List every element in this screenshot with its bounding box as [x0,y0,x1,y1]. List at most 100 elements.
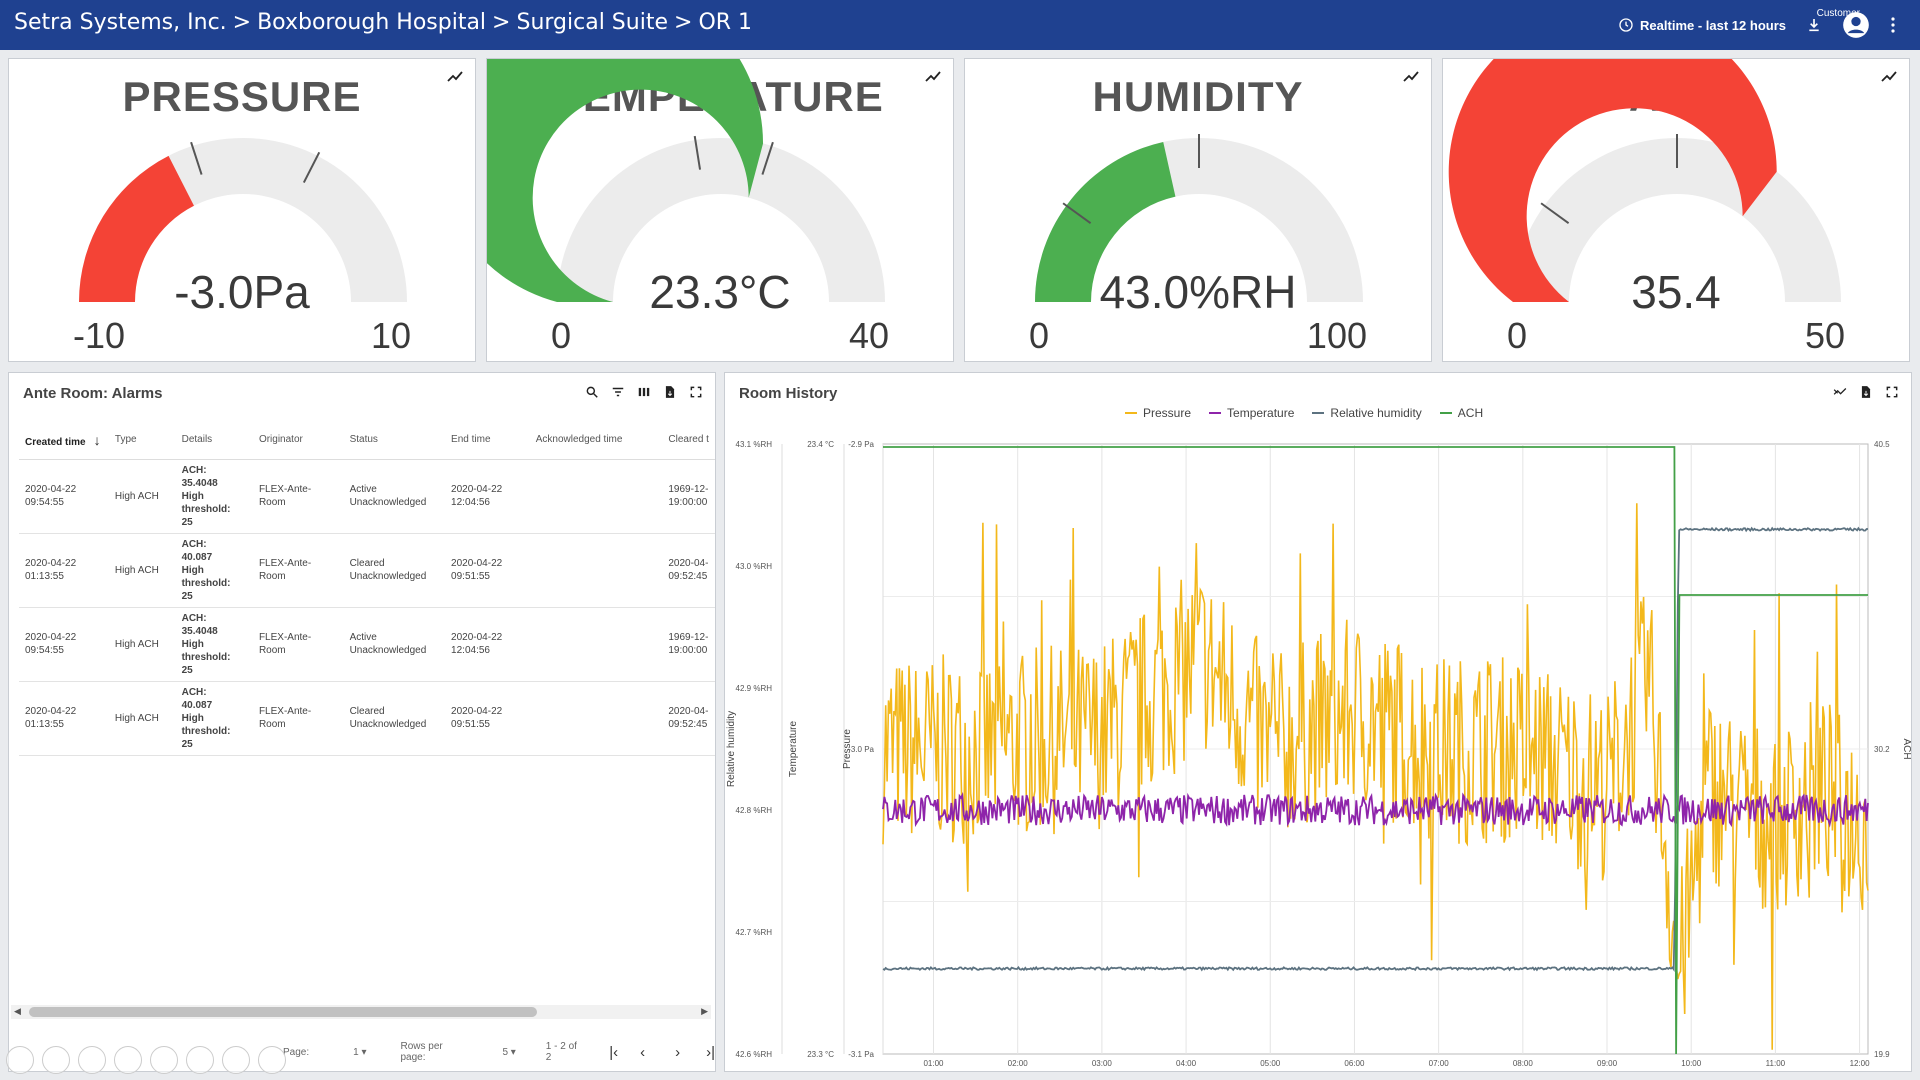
top-bar: Setra Systems, Inc. > Boxborough Hospital >… [0,0,1920,50]
x-tick-label: 07:00 [1429,1059,1450,1068]
gauge-min-label: 0 [1507,315,1528,356]
gauge-max-label: 100 [1306,315,1367,356]
y-axis-title: Temperature [788,720,799,777]
table-row[interactable]: 2020-04-22 09:54:55 High ACH ACH: 35.4048 … [19,607,715,682]
y-tick-label: 42.8 %RH [736,806,773,815]
page-range: 1 - 2 of 2 [545,1041,577,1063]
cell-cleared: 1969-12- 19:00:00 [662,607,715,682]
column-header-label: Type [114,434,137,446]
y-tick-label: -3.1 Pa [848,1050,874,1059]
cell-created: 2020-04-22 09:54:55 [19,607,109,682]
export-file-icon[interactable] [663,385,677,399]
back-icon[interactable] [6,1046,34,1074]
column-header[interactable]: Cleared t [662,421,715,460]
column-header-label: Status [349,434,378,446]
cell-ack [529,607,663,682]
column-header-label: Cleared t [668,434,709,446]
column-header[interactable]: Status [343,421,446,460]
alarms-panel: Ante Room: Alarms Created time ↓ Type Detai… [8,372,716,1072]
columns-icon[interactable] [637,385,651,399]
legend-label: Temperature [1227,406,1295,420]
gauge-max-label: 40 [848,315,889,356]
export-file-icon[interactable] [1859,385,1873,399]
image-icon[interactable] [222,1046,250,1074]
cell-status: Active Unacknowledged [343,607,446,682]
legend-swatch [1312,412,1325,414]
gauge-min-label: 0 [1029,315,1050,356]
y-tick-label: 42.6 %RH [736,1050,773,1059]
y-tick-label: -2.9 Pa [848,440,874,449]
table-row[interactable]: 2020-04-22 01:13:55 High ACH ACH: 40.087 H… [19,681,715,756]
y-axis-title: Relative humidity [726,711,737,787]
more-vert-icon[interactable] [1890,17,1896,33]
page-select[interactable]: 1 ▾ [353,1047,366,1058]
column-header[interactable]: Details [175,421,253,460]
y-tick-label: 23.3 °C [807,1050,834,1059]
x-tick-label: 09:00 [1597,1059,1618,1068]
scrollbar-thumb[interactable] [29,1007,537,1017]
legend-item[interactable]: Pressure [1125,406,1191,420]
column-header[interactable]: Acknowledged time [529,421,663,460]
cell-type: High ACH [108,607,176,682]
x-tick-label: 02:00 [1008,1059,1029,1068]
play-icon[interactable] [42,1046,70,1074]
rows-per-page-select[interactable]: 5 ▾ [502,1047,515,1058]
cell-status: Cleared Unacknowledged [343,681,446,756]
y-axis-title: Pressure [842,729,853,769]
column-header[interactable]: Type [108,421,176,460]
cell-end: 2020-04-22 09:51:55 [445,681,530,756]
breadcrumb-item-hospital[interactable]: Boxborough Hospital [257,10,486,35]
y-tick-label: 30.2 [1874,745,1890,754]
legend-item[interactable]: Temperature [1209,406,1294,420]
sort-arrow-down-icon[interactable]: ↓ [94,432,101,448]
filter-icon[interactable] [611,385,625,399]
zoom-icon[interactable] [186,1046,214,1074]
breadcrumb-item-suite[interactable]: Surgical Suite [516,10,668,35]
column-header-label: End time [451,434,491,446]
cell-details: ACH: 35.4048 High threshold: 25 [175,607,253,682]
play-icon[interactable] [78,1046,106,1074]
scroll-left-arrow-icon[interactable]: ◀ [14,1006,21,1017]
x-tick-label: 06:00 [1344,1059,1365,1068]
first-page-icon[interactable]: |‹ [609,1044,618,1061]
more-icon[interactable] [258,1046,286,1074]
column-header[interactable]: Created time ↓ [19,421,109,460]
chart-legend: Pressure Temperature Relative humidity ACH [1125,406,1483,420]
last-page-icon[interactable]: ›| [706,1044,715,1061]
legend-item[interactable]: Relative humidity [1312,406,1422,420]
chart-type-icon[interactable] [1833,385,1847,399]
copy-icon[interactable] [150,1046,178,1074]
previous-page-icon[interactable]: ‹ [640,1044,645,1061]
breadcrumb-item-company[interactable]: Setra Systems, Inc. [14,10,227,35]
fullscreen-icon[interactable] [1885,385,1899,399]
column-header-label: Originator [258,434,303,446]
horizontal-scrollbar[interactable]: ◀ ▶ [11,1005,711,1019]
rows-label: Rows per page: [400,1041,443,1063]
breadcrumb-separator: > [674,10,693,35]
legend-swatch [1125,412,1137,414]
column-header-label: Details [181,434,213,446]
table-row[interactable]: 2020-04-22 01:13:55 High ACH ACH: 40.087 H… [19,533,715,608]
column-header[interactable]: Originator [252,421,344,460]
search-icon[interactable] [585,385,599,399]
cell-type: High ACH [108,459,176,534]
edit-icon[interactable] [114,1046,142,1074]
table-row[interactable]: 2020-04-22 09:54:55 High ACH ACH: 35.4048 … [19,459,715,534]
legend-item[interactable]: ACH [1439,406,1483,420]
x-tick-label: 05:00 [1260,1059,1281,1068]
download-icon[interactable] [1806,17,1822,33]
room-history-title: Room History [739,385,838,402]
timewindow-button[interactable]: Realtime - last 12 hours [1618,17,1786,33]
cell-originator: FLEX-Ante- Room [252,681,344,756]
fullscreen-icon[interactable] [689,385,703,399]
gauge-max-label: 10 [370,315,411,356]
cell-originator: FLEX-Ante- Room [252,533,344,608]
gauge-value: 35.4 [1631,266,1721,318]
next-page-icon[interactable]: › [675,1044,680,1061]
scroll-right-arrow-icon[interactable]: ▶ [701,1006,708,1017]
breadcrumb-separator: > [232,10,252,35]
y-tick-label: 43.1 %RH [736,440,773,449]
column-header[interactable]: End time [445,421,530,460]
y-tick-label: 19.9 [1874,1050,1890,1059]
cell-originator: FLEX-Ante- Room [252,607,344,682]
